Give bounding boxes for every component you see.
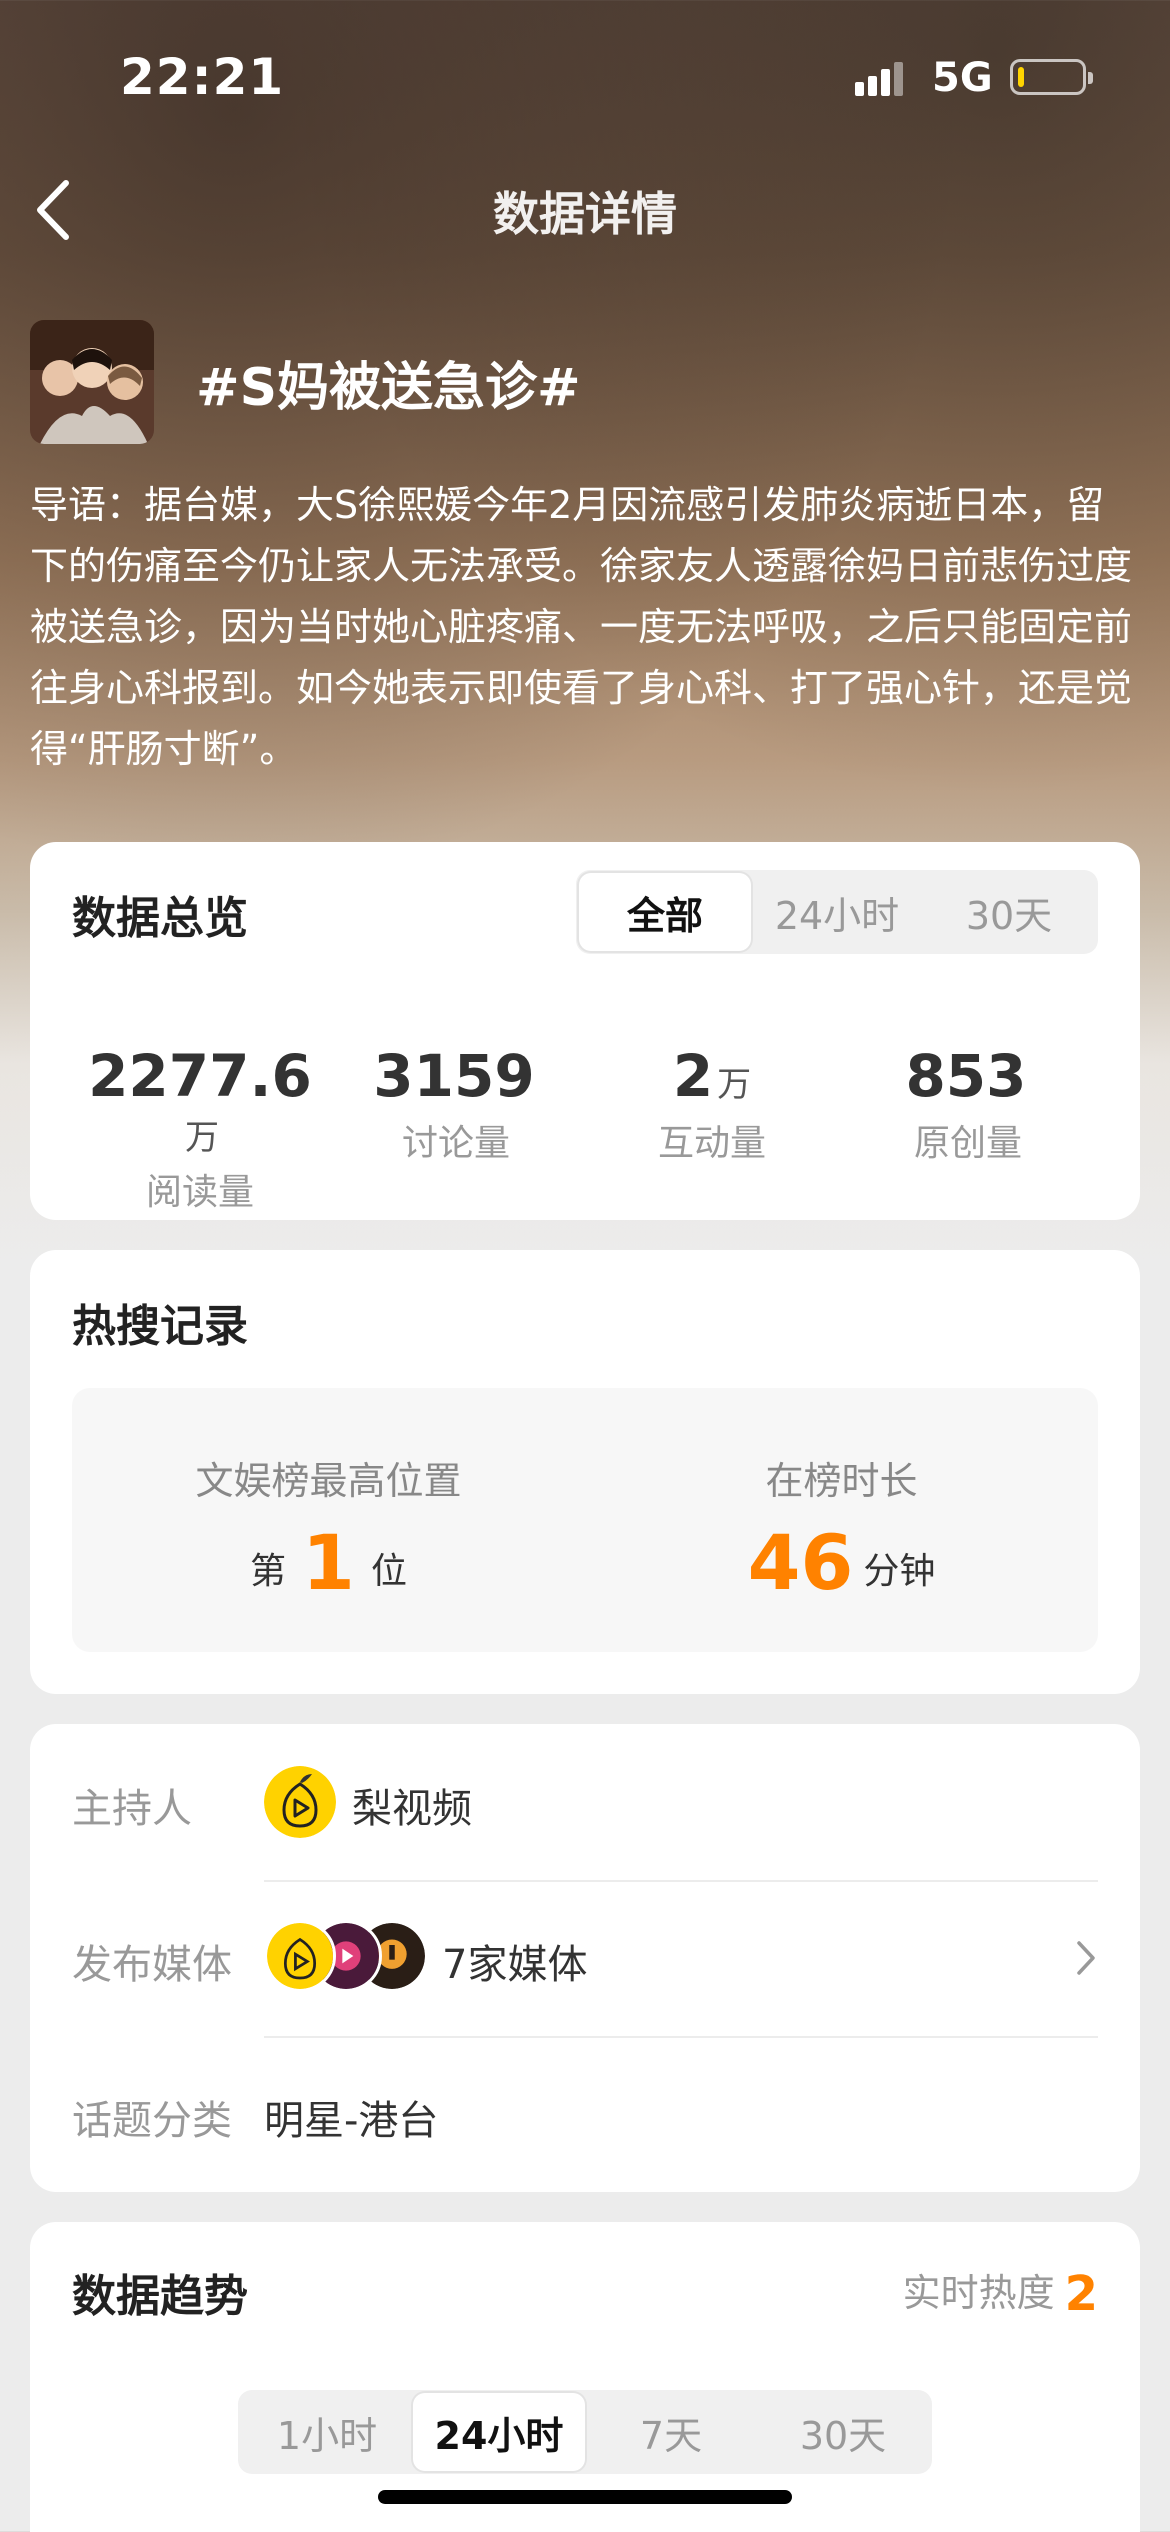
chevron-right-icon[interactable] — [1074, 1938, 1098, 1978]
home-indicator[interactable] — [378, 2490, 792, 2504]
tab-all[interactable]: 全部 — [579, 873, 751, 951]
stat-unit: 万 — [717, 1065, 752, 1105]
overview-tabs: 全部 24小时 30天 — [576, 870, 1098, 954]
tab-30d[interactable]: 30天 — [757, 2393, 929, 2471]
host-name[interactable]: 梨视频 — [352, 1776, 472, 1834]
topic-info-card: 主持人 梨视频 发布媒体 7家媒体 话题分类 明星-港台 — [30, 1724, 1140, 2192]
stat-interactions: 2万 互动量 — [582, 1042, 842, 1166]
duration-value: 46 — [747, 1518, 854, 1607]
stat-reads: 2277.6 万 阅读量 — [70, 1042, 330, 1215]
stat-value: 853 — [905, 1042, 1027, 1110]
overview-title: 数据总览 — [72, 893, 248, 944]
hot-search-title: 热搜记录 — [72, 1301, 248, 1352]
media-count[interactable]: 7家媒体 — [442, 1932, 587, 1990]
media-row[interactable]: 发布媒体 7家媒体 — [30, 1880, 1140, 2036]
category-value: 明星-港台 — [264, 2098, 439, 2144]
trend-title: 数据趋势 — [72, 2271, 248, 2322]
category-row: 话题分类 明星-港台 — [30, 2036, 1140, 2192]
media-label: 发布媒体 — [72, 1942, 232, 1988]
best-position-suffix: 位 — [370, 1551, 407, 1592]
realtime-heat: 实时热度 2 — [903, 2262, 1098, 2322]
tab-24h[interactable]: 24小时 — [413, 2393, 585, 2471]
stat-label: 互动量 — [657, 1123, 766, 1164]
host-label: 主持人 — [72, 1786, 192, 1832]
tab-24h[interactable]: 24小时 — [751, 873, 923, 951]
best-position-prefix: 第 — [250, 1551, 287, 1592]
ranking-duration: 在榜时长 46 分钟 — [585, 1388, 1098, 1652]
tab-1h[interactable]: 1小时 — [241, 2393, 413, 2471]
duration-label: 在榜时长 — [765, 1459, 918, 1503]
stat-discussions: 3159 讨论量 — [326, 1042, 586, 1166]
realtime-heat-label: 实时热度 — [902, 2271, 1055, 2315]
topic-title: #S妈被送急诊# — [196, 358, 581, 418]
topic-avatar[interactable] — [30, 320, 154, 444]
tab-7d[interactable]: 7天 — [585, 2393, 757, 2471]
best-position: 文娱榜最高位置 第1位 — [72, 1388, 585, 1652]
stat-value: 2 — [672, 1042, 714, 1110]
stat-value: 3159 — [373, 1042, 535, 1110]
media-logo-1 — [264, 1920, 336, 1992]
best-position-label: 文娱榜最高位置 — [195, 1459, 462, 1503]
stat-value: 2277.6 — [88, 1042, 312, 1110]
hot-search-card: 热搜记录 文娱榜最高位置 第1位 在榜时长 46 分钟 — [30, 1250, 1140, 1694]
network-type: 5G — [932, 55, 993, 101]
tab-30d[interactable]: 30天 — [923, 873, 1095, 951]
pear-video-logo — [264, 1766, 336, 1838]
host-row[interactable]: 主持人 梨视频 — [30, 1724, 1140, 1880]
stat-label: 原创量 — [913, 1123, 1022, 1164]
status-bar: 22:21 5G — [0, 0, 1170, 150]
topic-intro: 导语：据台媒，大S徐熙媛今年2月因流感引发肺炎病逝日本，留下的伤痛至今仍让家人无… — [30, 483, 1133, 771]
stat-label: 讨论量 — [401, 1123, 510, 1164]
stat-label: 阅读量 — [145, 1172, 254, 1213]
stat-unit: 万 — [185, 1118, 219, 1158]
battery-icon — [1010, 59, 1093, 95]
duration-unit: 分钟 — [863, 1551, 936, 1592]
overview-card: 数据总览 全部 24小时 30天 2277.6万 阅读量 3159 讨论量 2万… — [30, 842, 1140, 1220]
page-title: 数据详情 — [493, 187, 677, 241]
best-position-value: 1 — [302, 1518, 355, 1607]
signal-icon — [855, 60, 915, 96]
trend-card: 数据趋势 实时热度 2 1小时 24小时 7天 30天 — [30, 2222, 1140, 2532]
status-time: 22:21 — [120, 48, 285, 106]
stat-originals: 853 原创量 — [838, 1042, 1098, 1166]
hot-search-box: 文娱榜最高位置 第1位 在榜时长 46 分钟 — [72, 1388, 1098, 1652]
category-label: 话题分类 — [72, 2098, 232, 2144]
trend-tabs: 1小时 24小时 7天 30天 — [238, 2390, 932, 2474]
realtime-heat-value: 2 — [1064, 2266, 1098, 2322]
